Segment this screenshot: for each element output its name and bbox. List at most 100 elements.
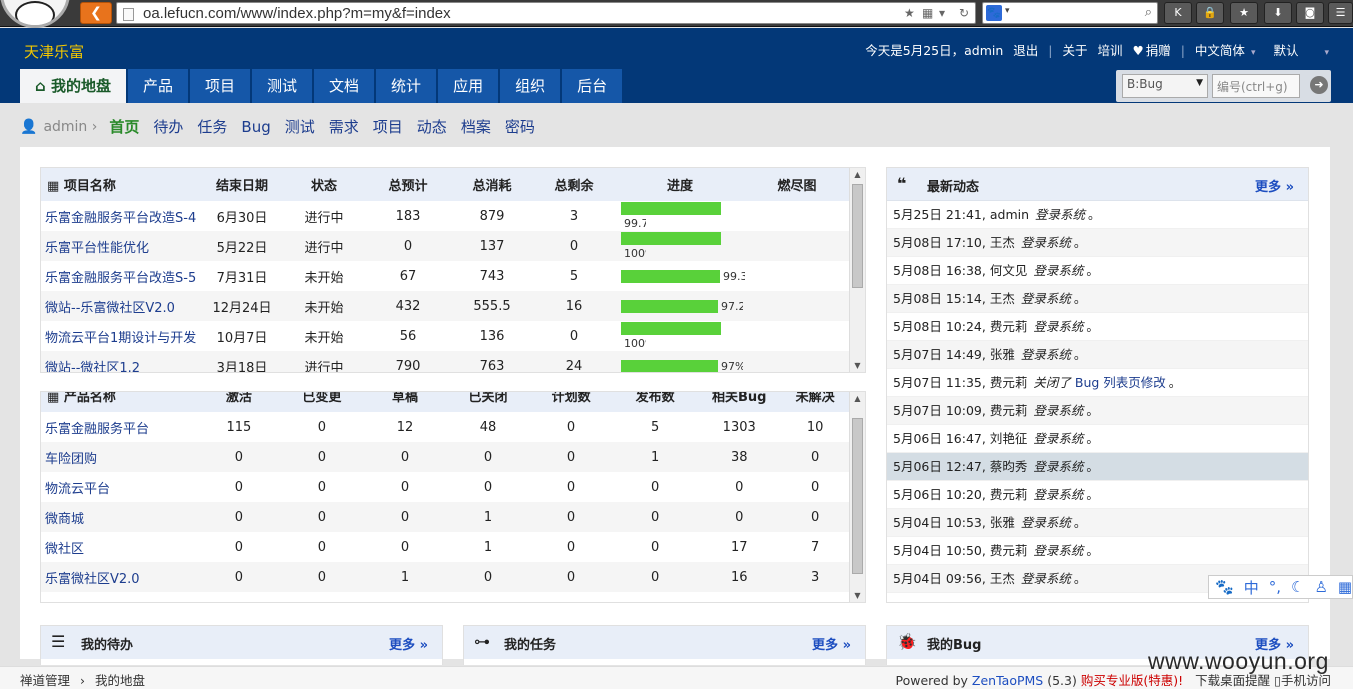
training-link[interactable]: 培训 xyxy=(1098,43,1123,58)
list-item[interactable]: 5月07日 10:09, 费元莉 登录系统。 xyxy=(887,397,1308,425)
tab-project[interactable]: 项目 xyxy=(190,69,251,103)
subnav-profile[interactable]: 档案 xyxy=(461,116,491,137)
table-row[interactable]: 乐富微社区V2.0 0 0 1 0 0 0 16 3 xyxy=(41,562,849,592)
col-bugs[interactable]: 相关Bug xyxy=(697,392,782,412)
user-name[interactable]: admin xyxy=(964,43,1003,58)
col-burndown[interactable]: 燃尽图 xyxy=(745,168,849,201)
list-item[interactable]: 5月08日 16:38, 何文见 登录系统。 xyxy=(887,257,1308,285)
projects-scrollbar[interactable]: ▲ ▼ xyxy=(849,168,865,372)
col-product-name[interactable]: ▦ 产品名称 xyxy=(41,392,197,412)
download-link[interactable]: 下载桌面提醒 xyxy=(1195,673,1270,688)
scroll-down-icon[interactable]: ▼ xyxy=(850,361,865,370)
about-link[interactable]: 关于 xyxy=(1063,43,1088,58)
col-plans[interactable]: 计划数 xyxy=(529,392,614,412)
tab-product[interactable]: 产品 xyxy=(127,69,188,103)
ime-lang[interactable]: 中 xyxy=(1244,577,1259,598)
language-select[interactable]: 中文简体 xyxy=(1195,43,1245,58)
list-item[interactable]: 5月04日 10:53, 张雅 登录系统。 xyxy=(887,509,1308,537)
star-icon[interactable]: ★ xyxy=(904,6,915,20)
col-end-date[interactable]: 结束日期 xyxy=(201,168,283,201)
table-row[interactable]: 车险团购 0 0 0 0 0 1 38 0 xyxy=(41,442,849,472)
project-name-link[interactable]: 乐富金融服务平台改造S-5 xyxy=(41,261,201,291)
grid-icon[interactable]: ▦ xyxy=(1338,578,1352,596)
tab-company[interactable]: 组织 xyxy=(500,69,561,103)
subnav-story[interactable]: 需求 xyxy=(329,116,359,137)
subnav-bug[interactable]: Bug xyxy=(241,118,270,136)
chevron-down-icon[interactable]: ▾ xyxy=(939,6,945,20)
crumb-zentao[interactable]: 禅道管理 xyxy=(20,673,70,688)
list-item[interactable]: 5月08日 10:24, 费元莉 登录系统。 xyxy=(887,313,1308,341)
products-scrollbar[interactable]: ▲ ▼ xyxy=(849,392,865,602)
col-releases[interactable]: 发布数 xyxy=(613,392,698,412)
reload-icon[interactable]: ↻ xyxy=(959,6,969,20)
scroll-down-icon[interactable]: ▼ xyxy=(850,591,865,600)
search-icon[interactable]: ⌕ xyxy=(1145,5,1152,20)
col-project-name[interactable]: ▦ 项目名称 xyxy=(41,168,201,201)
table-row[interactable]: 微站--乐富微社区V2.012月24日未开始432555.516 97.2% xyxy=(41,291,849,321)
product-name-link[interactable]: 物流云平台 xyxy=(41,472,197,502)
col-draft[interactable]: 草稿 xyxy=(362,392,448,412)
tab-app[interactable]: 应用 xyxy=(438,69,499,103)
list-item[interactable]: 5月06日 10:20, 费元莉 登录系统。 xyxy=(887,481,1308,509)
zentao-link[interactable]: ZenTaoPMS xyxy=(972,673,1043,688)
col-unresolved[interactable]: 未解决 xyxy=(781,392,849,412)
subnav-todo[interactable]: 待办 xyxy=(153,116,183,137)
profile-avatar[interactable] xyxy=(0,0,70,28)
list-item[interactable]: 5月08日 17:10, 王杰 登录系统。 xyxy=(887,229,1308,257)
list-item[interactable]: 5月06日 12:47, 蔡昀秀 登录系统。 xyxy=(887,453,1308,481)
col-status[interactable]: 状态 xyxy=(283,168,365,201)
col-consumed[interactable]: 总消耗 xyxy=(451,168,533,201)
list-item[interactable]: 5月07日 11:35, 费元莉 关闭了 Bug 列表页修改。 xyxy=(887,369,1308,397)
table-row[interactable]: 乐富金融服务平台 115 0 12 48 0 5 1303 10 xyxy=(41,412,849,442)
tab-admin[interactable]: 后台 xyxy=(562,69,623,103)
crumb-my[interactable]: 我的地盘 xyxy=(95,673,145,688)
product-name-link[interactable]: 微社区 xyxy=(41,532,197,562)
col-progress[interactable]: 进度 xyxy=(615,168,745,201)
scroll-up-icon[interactable]: ▲ xyxy=(850,394,865,403)
tab-qa[interactable]: 测试 xyxy=(252,69,313,103)
mobile-link[interactable]: 手机访问 xyxy=(1281,673,1331,688)
punctuation-icon[interactable]: °, xyxy=(1269,578,1281,596)
tab-my[interactable]: ⌂ 我的地盘 xyxy=(20,69,126,103)
tab-report[interactable]: 统计 xyxy=(376,69,437,103)
table-row[interactable]: 乐富平台性能优化5月22日进行中01370100% xyxy=(41,231,849,261)
subnav-dynamic[interactable]: 动态 xyxy=(417,116,447,137)
project-name-link[interactable]: 乐富平台性能优化 xyxy=(41,231,201,261)
chevron-down-icon[interactable]: ▾ xyxy=(1005,6,1010,16)
chevron-down-icon[interactable]: ▾ xyxy=(1324,48,1329,58)
todo-more-link[interactable]: 更多 » xyxy=(389,634,428,653)
list-item[interactable]: 5月25日 21:41, admin 登录系统。 xyxy=(887,201,1308,229)
star-icon[interactable]: ★ xyxy=(1230,2,1258,24)
product-name-link[interactable]: 车险团购 xyxy=(41,442,197,472)
subnav-password[interactable]: 密码 xyxy=(505,116,535,137)
list-item[interactable]: 5月07日 14:49, 张雅 登录系统。 xyxy=(887,341,1308,369)
feed-more-link[interactable]: 更多 » xyxy=(1255,176,1294,195)
gamepad-icon[interactable]: ◙ xyxy=(1296,2,1324,24)
feed-target-link[interactable]: Bug 列表页修改 xyxy=(1075,375,1166,390)
qr-icon[interactable]: ▦ xyxy=(922,6,933,20)
baidu-paw-icon[interactable]: 🐾 xyxy=(986,5,1002,21)
chevron-down-icon[interactable]: ▾ xyxy=(1251,48,1256,58)
table-row[interactable]: 微社区 0 0 0 1 0 0 17 7 xyxy=(41,532,849,562)
project-name-link[interactable]: 微站--微社区1.2 xyxy=(41,351,201,372)
table-row[interactable]: 乐富金融服务平台改造S-4 6月30日 进行中 183 879 3 99.7% xyxy=(41,201,849,231)
scroll-thumb[interactable] xyxy=(852,418,863,574)
tasks-more-link[interactable]: 更多 » xyxy=(812,634,851,653)
list-item[interactable]: 5月04日 10:50, 费元莉 登录系统。 xyxy=(887,537,1308,565)
product-name-link[interactable]: 乐富金融服务平台 xyxy=(41,412,197,442)
donate-link[interactable]: 捐赠 xyxy=(1146,43,1171,58)
table-row[interactable]: 物流云平台 0 0 0 0 0 0 0 0 xyxy=(41,472,849,502)
theme-select[interactable]: 默认 xyxy=(1273,43,1298,58)
col-changed[interactable]: 已变更 xyxy=(280,392,363,412)
project-name-link[interactable]: 微站--乐富微社区V2.0 xyxy=(41,291,201,321)
object-type-select[interactable]: B:Bug ▼ xyxy=(1122,74,1208,98)
object-id-input[interactable]: 编号(ctrl+g) xyxy=(1212,74,1300,98)
col-left[interactable]: 总剩余 xyxy=(533,168,615,201)
project-name-link[interactable]: 乐富金融服务平台改造S-4 xyxy=(41,201,201,231)
subnav-task[interactable]: 任务 xyxy=(197,116,227,137)
table-row[interactable]: 物流云平台1期设计与开发 10月7日 未开始 56 136 0 100% xyxy=(41,321,849,351)
list-item[interactable]: 5月06日 16:47, 刘艳征 登录系统。 xyxy=(887,425,1308,453)
project-name-link[interactable]: 物流云平台1期设计与开发 xyxy=(41,321,201,351)
scroll-up-icon[interactable]: ▲ xyxy=(850,170,865,179)
subnav-home[interactable]: 首页 xyxy=(109,116,139,137)
